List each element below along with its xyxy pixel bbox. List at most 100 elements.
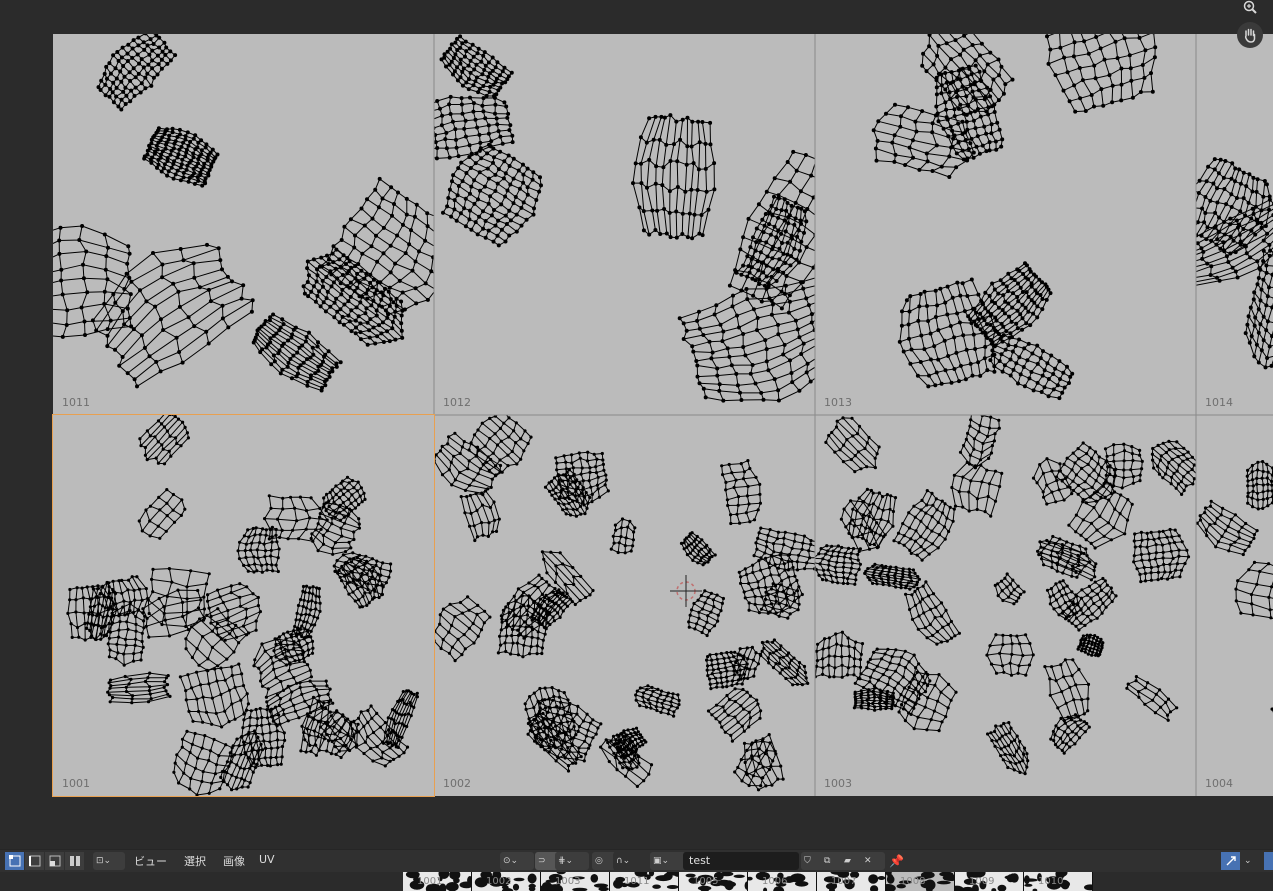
uv-island [301,247,405,347]
chevron-down-icon: ⌄ [622,856,631,866]
filmstrip-thumb[interactable]: 1011 [610,872,683,891]
menu-image[interactable]: 画像 [223,853,245,869]
uv-islands[interactable] [1196,34,1273,415]
tile-1004[interactable]: 1004 [1196,415,1273,796]
filmstrip-thumb[interactable]: 1010 [1022,872,1093,891]
tile-label: 1004 [1205,777,1233,790]
filmstrip-thumb[interactable]: 1002 [472,872,540,891]
filmstrip-label: 1005 [693,876,719,887]
tile-1014[interactable]: 1014 [1196,34,1273,415]
pivot-icon: ⊙ [503,856,511,866]
unlink-close-icon[interactable]: ✕ [861,852,885,870]
uv-island [759,638,810,687]
tile-1001[interactable]: 1001 [52,414,435,797]
uv-editor-header: ⊡ ⌄ ビュー 選択 画像 UV ⊙ ⌄ ⊃ ⋕ ⌄ ◎ ∩ ⌄ ▣ ⌄ test ⛉ ⧉… [0,849,1273,872]
uv-island [1060,576,1118,632]
uv-island [1196,499,1259,557]
uv-island [705,650,749,691]
uv-island [1234,560,1273,620]
uv-island [441,142,543,248]
filmstrip-thumb[interactable]: 1007 [817,872,886,891]
hand-pan-icon[interactable] [1237,22,1263,48]
chevron-down-icon[interactable]: ⌄ [1241,852,1261,870]
uv-island [599,738,654,788]
uv-island [1132,527,1191,584]
uv-islands[interactable] [53,34,434,415]
uv-island [178,662,250,729]
tile-1003[interactable]: 1003 [815,415,1196,796]
tile-1012[interactable]: 1012 [434,34,815,415]
uv-island [677,277,815,403]
snap-target-dropdown[interactable]: ⋕ ⌄ [555,852,589,870]
tile-1002[interactable]: 1002 [434,415,815,796]
tile-label: 1011 [62,396,90,409]
menu-view[interactable]: ビュー [134,853,167,869]
uv-island [434,431,503,495]
uv-island [434,595,492,663]
uv-island [252,637,313,699]
gizmo-icon[interactable] [1221,852,1240,870]
tile-1011[interactable]: 1011 [53,34,434,415]
edge-select-icon[interactable] [25,852,44,870]
uv-islands[interactable] [815,34,1196,415]
image-name-field[interactable]: test [683,852,799,870]
uv-islands[interactable] [434,415,815,796]
uv-island [317,176,434,317]
2d-cursor-icon[interactable] [670,575,702,607]
filmstrip-thumb[interactable]: 1003 [538,872,609,891]
overlay-toggle-icon[interactable] [1264,852,1273,870]
filmstrip-thumb[interactable]: 1009 [950,872,1023,891]
uv-island [1045,34,1158,114]
snap-icon: ⊃ [538,856,546,866]
uv-island [332,551,393,597]
image-browse-dropdown[interactable]: ▣ ⌄ [650,852,686,870]
sticky-select-dropdown[interactable]: ⊡ ⌄ [93,852,125,870]
chevron-down-icon: ⌄ [565,856,574,866]
uv-island [631,113,717,241]
uv-island [138,415,190,466]
island-select-icon[interactable] [65,852,84,870]
filmstrip-label: 1006 [762,876,788,887]
filmstrip-thumb[interactable]: 1006 [746,872,816,891]
uv-island [172,729,234,796]
select-mode-group [5,852,84,870]
uv-island [107,575,150,618]
zoom-in-icon[interactable] [1237,0,1263,20]
uv-island [679,531,717,567]
face-select-icon[interactable] [45,852,64,870]
tile-label: 1014 [1205,396,1233,409]
uv-island [1196,157,1272,256]
menu-uv[interactable]: UV [259,853,275,869]
chevron-down-icon: ⌄ [510,856,519,866]
uv-islands[interactable] [1196,415,1273,796]
uv-islands[interactable] [434,34,815,415]
image-thumbnails[interactable]: 1001 1002 1003 1011 1005 1006 1007 1008 1009 1010 [403,872,1093,891]
uv-island [892,489,956,562]
menu-select[interactable]: 選択 [184,853,206,869]
uv-island [381,689,419,749]
uv-island [950,460,1004,518]
falloff-dropdown[interactable]: ∩ ⌄ [613,852,645,870]
uv-island [815,630,865,681]
tile-1013[interactable]: 1013 [815,34,1196,415]
filmstrip-label: 1011 [624,876,650,887]
proportional-icon: ◎ [595,856,603,866]
uv-island [459,489,501,543]
uv-island [137,488,187,540]
tile-label: 1012 [443,396,471,409]
uv-island [236,525,281,574]
vertex-select-icon[interactable] [5,852,24,870]
header-menus: ビュー 選択 画像 UV [134,853,275,869]
filmstrip-thumb[interactable]: 1008 [880,872,959,891]
uv-islands[interactable] [815,415,1196,796]
uv-island [993,572,1026,606]
uv-islands[interactable] [53,415,434,796]
filmstrip-thumb[interactable]: 1001 [403,872,474,891]
uv-island [142,126,220,188]
pin-icon[interactable]: 📌 [886,852,910,870]
uv-editor-viewport[interactable]: 1011 1012 1013 1014 1001 1002 1003 1004 [0,0,1273,849]
uv-island [958,415,1001,470]
filmstrip-thumb[interactable]: 1005 [679,872,750,891]
pivot-point-dropdown[interactable]: ⊙ ⌄ [500,852,534,870]
tile-label: 1013 [824,396,852,409]
